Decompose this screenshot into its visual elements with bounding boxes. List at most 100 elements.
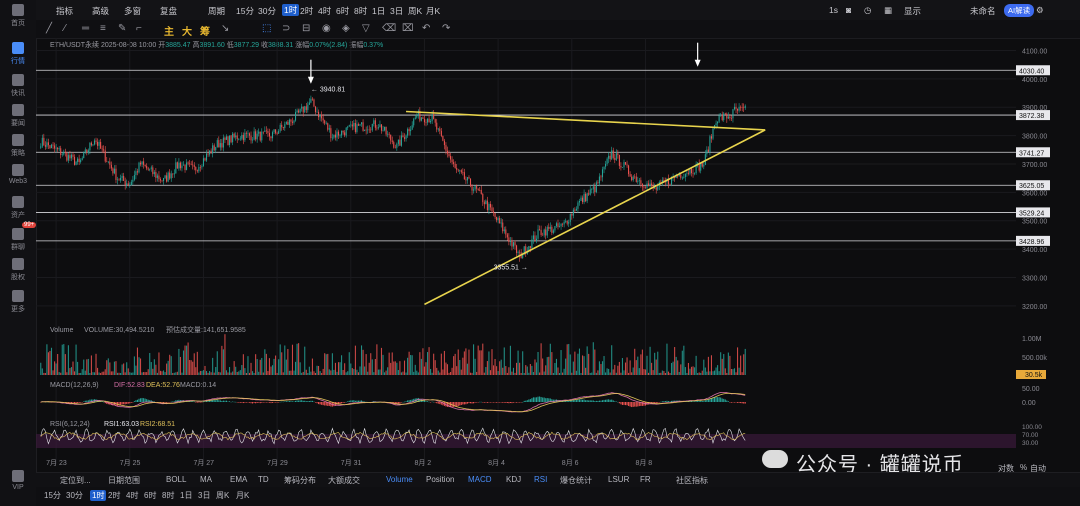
camera-icon[interactable]: ◙ bbox=[846, 5, 851, 15]
line-tool-icon[interactable]: ╱ bbox=[46, 23, 52, 34]
grid-icon[interactable]: ▦ bbox=[884, 5, 892, 16]
trendline[interactable] bbox=[424, 129, 766, 306]
timeframe-1[interactable]: 30分 bbox=[258, 5, 276, 17]
indicator-toggle-4[interactable]: EMA bbox=[230, 475, 247, 484]
lock-icon[interactable]: ⊟ bbox=[302, 23, 310, 34]
sidebar-item-10[interactable]: VIP bbox=[0, 470, 36, 491]
timeframe-0[interactable]: 15分 bbox=[236, 5, 254, 17]
timeframe-4[interactable]: 4时 bbox=[318, 5, 331, 17]
indicator-toggle-12[interactable]: RSI bbox=[534, 475, 547, 484]
large-trade-button[interactable]: 大 bbox=[182, 23, 192, 38]
indicator-toggle-2[interactable]: BOLL bbox=[166, 475, 186, 484]
display-button[interactable]: 显示 bbox=[904, 5, 921, 17]
bottom-timeframe-6[interactable]: 8时 bbox=[162, 490, 174, 501]
indicator-toggle-6[interactable]: 筹码分布 bbox=[284, 475, 316, 486]
timeframe-6[interactable]: 8时 bbox=[354, 5, 367, 17]
indicator-toggle-16[interactable]: 社区指标 bbox=[676, 475, 708, 486]
toolbar-button-3[interactable]: 复盘 bbox=[160, 5, 177, 17]
fib-tool-icon[interactable]: ≡ bbox=[100, 23, 106, 34]
bottom-timeframe-2[interactable]: 1时 bbox=[90, 490, 107, 501]
ai-interpret-button[interactable]: AI解读 bbox=[1004, 4, 1035, 17]
sidebar-item-0[interactable]: 首页 bbox=[0, 4, 36, 28]
filter-icon[interactable]: ▽ bbox=[362, 23, 370, 34]
timeframe-8[interactable]: 3日 bbox=[390, 5, 403, 17]
arrow-tool-icon[interactable]: ↘ bbox=[221, 23, 229, 34]
settings-icon[interactable]: ⚙ bbox=[1036, 5, 1044, 16]
indicator-toggle-10[interactable]: MACD bbox=[468, 475, 492, 484]
sidebar-item-7[interactable]: 群聊 99+ bbox=[0, 222, 37, 252]
indicator-toggle-9[interactable]: Position bbox=[426, 475, 454, 484]
candle-body bbox=[50, 144, 53, 149]
bottom-timeframe-5[interactable]: 6时 bbox=[144, 490, 156, 501]
bottom-timeframe-1[interactable]: 30分 bbox=[66, 490, 83, 501]
sidebar-item-2[interactable]: 快讯 bbox=[0, 74, 36, 98]
toolbar-button-1[interactable]: 高级 bbox=[92, 5, 109, 17]
sidebar-item-5[interactable]: Web3 bbox=[0, 164, 36, 185]
ray-tool-icon[interactable]: ⁄ bbox=[64, 23, 66, 34]
hline-tool-icon[interactable]: ═ bbox=[82, 23, 89, 34]
text-tool-icon[interactable]: ⌐ bbox=[136, 23, 142, 34]
cursor-tool-icon[interactable]: ⬚ bbox=[262, 23, 271, 34]
candle-body bbox=[368, 129, 370, 131]
toolbar-button-0[interactable]: 指标 bbox=[56, 5, 73, 17]
bottom-timeframe-10[interactable]: 月K bbox=[236, 490, 249, 501]
indicator-toggle-5[interactable]: TD bbox=[258, 475, 269, 484]
bottom-timeframe-4[interactable]: 4时 bbox=[126, 490, 138, 501]
indicator-toggle-11[interactable]: KDJ bbox=[506, 475, 521, 484]
indicator-toggle-3[interactable]: MA bbox=[200, 475, 212, 484]
volume-bar bbox=[92, 372, 94, 375]
candle-body bbox=[477, 188, 479, 190]
indicator-toggle-0[interactable]: 定位到... bbox=[60, 475, 91, 486]
trash-icon[interactable]: ⌧ bbox=[402, 23, 414, 34]
layers-icon[interactable]: ◈ bbox=[342, 23, 350, 34]
pen-tool-icon[interactable]: ✎ bbox=[118, 23, 126, 34]
indicator-toggle-15[interactable]: FR bbox=[640, 475, 651, 484]
candle-body bbox=[133, 175, 135, 180]
candle-body bbox=[181, 165, 183, 169]
bottom-timeframe-3[interactable]: 2时 bbox=[108, 490, 120, 501]
indicator-toggle-14[interactable]: LSUR bbox=[608, 475, 629, 484]
sidebar-item-9[interactable]: 更多 bbox=[0, 290, 36, 314]
interval-label[interactable]: 1s bbox=[829, 5, 838, 15]
candle-body bbox=[727, 116, 729, 119]
volume-bar bbox=[73, 371, 76, 375]
bottom-timeframe-7[interactable]: 1日 bbox=[180, 490, 192, 501]
bottom-timeframe-9[interactable]: 周K bbox=[216, 490, 229, 501]
timeframe-9[interactable]: 周K bbox=[408, 5, 422, 17]
volume-bar bbox=[578, 348, 581, 375]
sidebar-item-6[interactable]: 资产 bbox=[0, 196, 36, 220]
bottom-timeframe-8[interactable]: 3日 bbox=[198, 490, 210, 501]
sidebar-item-3[interactable]: 要闻 bbox=[0, 104, 36, 128]
indicator-toggle-8[interactable]: Volume bbox=[386, 475, 413, 484]
timeframe-5[interactable]: 6时 bbox=[336, 5, 349, 17]
toolbar-button-4[interactable]: 周期 bbox=[208, 5, 225, 17]
sidebar-item-1[interactable]: 行情 bbox=[0, 42, 36, 66]
sidebar-item-4[interactable]: 策略 bbox=[0, 134, 36, 158]
eye-icon[interactable]: ◉ bbox=[322, 23, 331, 34]
price-chart[interactable]: 4030.40 3872.38 3741.27 3625.05 3529.24 3428.… bbox=[36, 38, 1080, 472]
timeframe-7[interactable]: 1日 bbox=[372, 5, 385, 17]
main-indicator-button[interactable]: 主 bbox=[164, 23, 174, 38]
chip-button[interactable]: 筹 bbox=[200, 23, 210, 38]
magnet-icon[interactable]: ⊃ bbox=[282, 23, 290, 34]
indicator-toggle-13[interactable]: 爆仓统计 bbox=[560, 475, 592, 486]
scale-option-1[interactable]: % bbox=[1020, 463, 1027, 472]
redo-icon[interactable]: ↷ bbox=[442, 23, 450, 34]
scale-option-2[interactable]: 自动 bbox=[1030, 463, 1046, 474]
delete-icon[interactable]: ⌫ bbox=[382, 23, 396, 34]
layout-name[interactable]: 未命名 bbox=[970, 5, 996, 17]
indicator-toggle-7[interactable]: 大额成交 bbox=[328, 475, 360, 486]
timeframe-3[interactable]: 2时 bbox=[300, 5, 313, 17]
clock-icon[interactable]: ◷ bbox=[864, 5, 871, 16]
bottom-timeframe-0[interactable]: 15分 bbox=[44, 490, 61, 501]
left-sidebar: 首页行情快讯要闻策略 Web3 资产 群聊 99+ 股权更多 VIP bbox=[0, 0, 37, 506]
indicator-toggle-1[interactable]: 日期范围 bbox=[108, 475, 140, 486]
timeframe-10[interactable]: 月K bbox=[426, 5, 440, 17]
scale-option-0[interactable]: 对数 bbox=[998, 463, 1014, 474]
macd-histogram-bar bbox=[718, 397, 720, 402]
toolbar-button-2[interactable]: 多窗 bbox=[124, 5, 141, 17]
sidebar-item-8[interactable]: 股权 bbox=[0, 258, 36, 282]
undo-icon[interactable]: ↶ bbox=[422, 23, 430, 34]
timeframe-2[interactable]: 1时 bbox=[282, 4, 300, 16]
trendline[interactable] bbox=[406, 110, 766, 131]
